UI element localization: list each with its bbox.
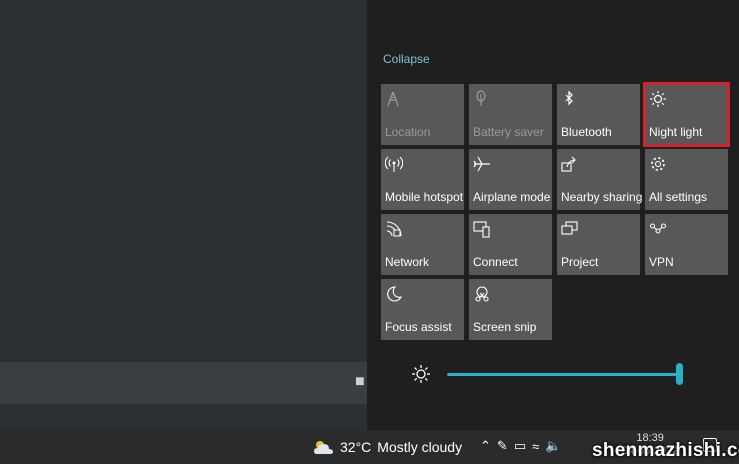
tile-screen-snip[interactable]: Screen snip	[469, 279, 552, 340]
tile-connect[interactable]: Connect	[469, 214, 552, 275]
tile-label: Mobile hotspot	[385, 190, 464, 204]
tile-label: VPN	[649, 255, 674, 269]
vpn-icon	[649, 220, 667, 238]
tile-vpn[interactable]: VPN	[645, 214, 728, 275]
tile-label: All settings	[649, 190, 708, 204]
collapse-link[interactable]: Collapse	[383, 52, 430, 66]
system-tray: ⌃ ✎ ▭ ≈ 🔈	[480, 438, 561, 454]
gear-icon	[649, 155, 667, 173]
tile-night-light[interactable]: Night light	[643, 82, 730, 147]
bluetooth-icon	[561, 90, 579, 108]
screen-snip-icon	[473, 285, 491, 303]
brightness-control	[411, 362, 691, 386]
watermark: shenmazhishi.com	[592, 440, 739, 461]
tile-label: Location	[385, 125, 431, 139]
tile-nearby-sharing[interactable]: Nearby sharing	[557, 149, 643, 210]
battery-icon[interactable]: ▭	[514, 438, 526, 454]
connect-icon	[473, 220, 491, 238]
tile-project[interactable]: Project	[557, 214, 640, 275]
tile-all-settings[interactable]: All settings	[645, 149, 728, 210]
desktop-area: ■	[0, 0, 367, 430]
tile-label: Connect	[473, 255, 518, 269]
weather-widget[interactable]: 32°C Mostly cloudy	[312, 437, 462, 457]
battery-saver-icon	[473, 90, 491, 108]
desktop-bar	[0, 362, 367, 404]
moon-icon	[385, 285, 403, 303]
brightness-slider-track[interactable]	[447, 373, 679, 376]
share-icon	[561, 155, 579, 173]
tile-bluetooth[interactable]: Bluetooth	[557, 84, 640, 145]
hotspot-icon	[384, 155, 404, 173]
tile-battery-saver[interactable]: Battery saver	[469, 84, 552, 145]
pen-icon[interactable]: ✎	[497, 438, 508, 454]
tile-airplane-mode[interactable]: Airplane mode	[469, 149, 552, 210]
tile-label: Bluetooth	[561, 125, 612, 139]
tile-label: Focus assist	[385, 320, 452, 334]
action-center-panel: Collapse Location Battery saver Bluetoot…	[367, 0, 739, 430]
night-light-icon	[649, 90, 667, 108]
location-icon	[385, 90, 403, 108]
airplane-icon	[473, 155, 491, 173]
wifi-icon[interactable]: ≈	[532, 439, 539, 454]
tile-mobile-hotspot[interactable]: Mobile hotspot	[381, 149, 464, 210]
tile-location[interactable]: Location	[381, 84, 464, 145]
tile-label: Night light	[649, 125, 703, 139]
tile-label: Battery saver	[473, 125, 544, 139]
network-icon	[385, 220, 403, 238]
weather-description: Mostly cloudy	[377, 439, 463, 455]
tile-label: Nearby sharing	[561, 190, 643, 204]
tile-network[interactable]: Network	[381, 214, 464, 275]
cloud-sun-icon	[312, 439, 334, 455]
tile-label: Airplane mode	[473, 190, 551, 204]
tile-label: Screen snip	[473, 320, 537, 334]
brightness-slider-thumb[interactable]	[676, 363, 683, 385]
volume-icon[interactable]: 🔈	[545, 438, 561, 454]
tile-label: Project	[561, 255, 599, 269]
tile-focus-assist[interactable]: Focus assist	[381, 279, 464, 340]
tile-label: Network	[385, 255, 430, 269]
weather-temperature: 32°C	[340, 439, 372, 455]
project-icon	[561, 220, 579, 238]
brightness-icon	[411, 364, 431, 384]
chevron-up-icon[interactable]: ⌃	[480, 438, 491, 454]
